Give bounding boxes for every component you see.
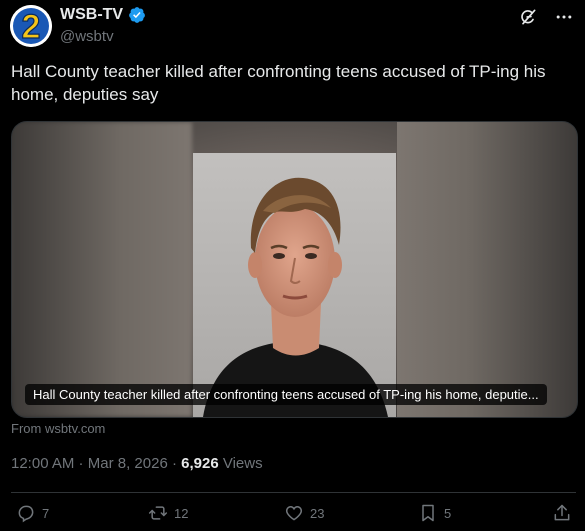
bookmark-icon [422, 504, 434, 522]
views-count: 6,926 [181, 455, 219, 472]
action-bar: 7 12 23 5 [0, 503, 585, 529]
verified-badge-icon [128, 6, 146, 24]
like-icon [285, 505, 303, 521]
blurred-background-right [397, 122, 577, 417]
avatar[interactable]: 2 [10, 5, 52, 47]
like-button[interactable]: 23 [284, 503, 324, 523]
bookmark-count: 5 [444, 505, 452, 521]
meta-separator-2: · [167, 455, 182, 472]
reply-button[interactable]: 7 [16, 503, 49, 523]
grok-icon[interactable] [517, 6, 539, 28]
tweet-meta: 12:00 AM · Mar 8, 2026 · 6,926 Views [11, 455, 263, 472]
name-row: WSB-TV [60, 6, 146, 24]
link-card[interactable]: Hall County teacher killed after confron… [11, 121, 578, 418]
meta-separator: · [74, 455, 88, 472]
card-source[interactable]: From wsbtv.com [11, 421, 105, 436]
card-caption: Hall County teacher killed after confron… [25, 384, 547, 405]
repost-button[interactable]: 12 [148, 503, 188, 523]
like-count: 23 [310, 505, 325, 521]
bookmark-button[interactable]: 5 [418, 503, 451, 523]
account-handle[interactable]: @wsbtv [60, 28, 114, 45]
repost-count: 12 [174, 505, 189, 521]
display-name[interactable]: WSB-TV [60, 6, 123, 24]
reply-count: 7 [42, 505, 50, 521]
blurred-background-left [12, 122, 192, 417]
wsb-logo-icon: 2 [10, 5, 52, 47]
views-label: Views [218, 455, 263, 472]
tweet-text: Hall County teacher killed after confron… [11, 62, 546, 104]
share-icon [554, 504, 570, 521]
portrait-image [193, 153, 396, 417]
top-actions [517, 6, 575, 28]
divider [11, 492, 576, 493]
repost-icon [148, 506, 168, 520]
tweet-time[interactable]: 12:00 AM [11, 455, 74, 472]
share-button[interactable] [552, 503, 572, 523]
tweet-date[interactable]: Mar 8, 2026 [88, 455, 168, 472]
logo-text: 2 [22, 8, 41, 46]
reply-icon [18, 505, 34, 523]
more-icon[interactable] [553, 6, 575, 28]
card-photo [193, 153, 396, 417]
